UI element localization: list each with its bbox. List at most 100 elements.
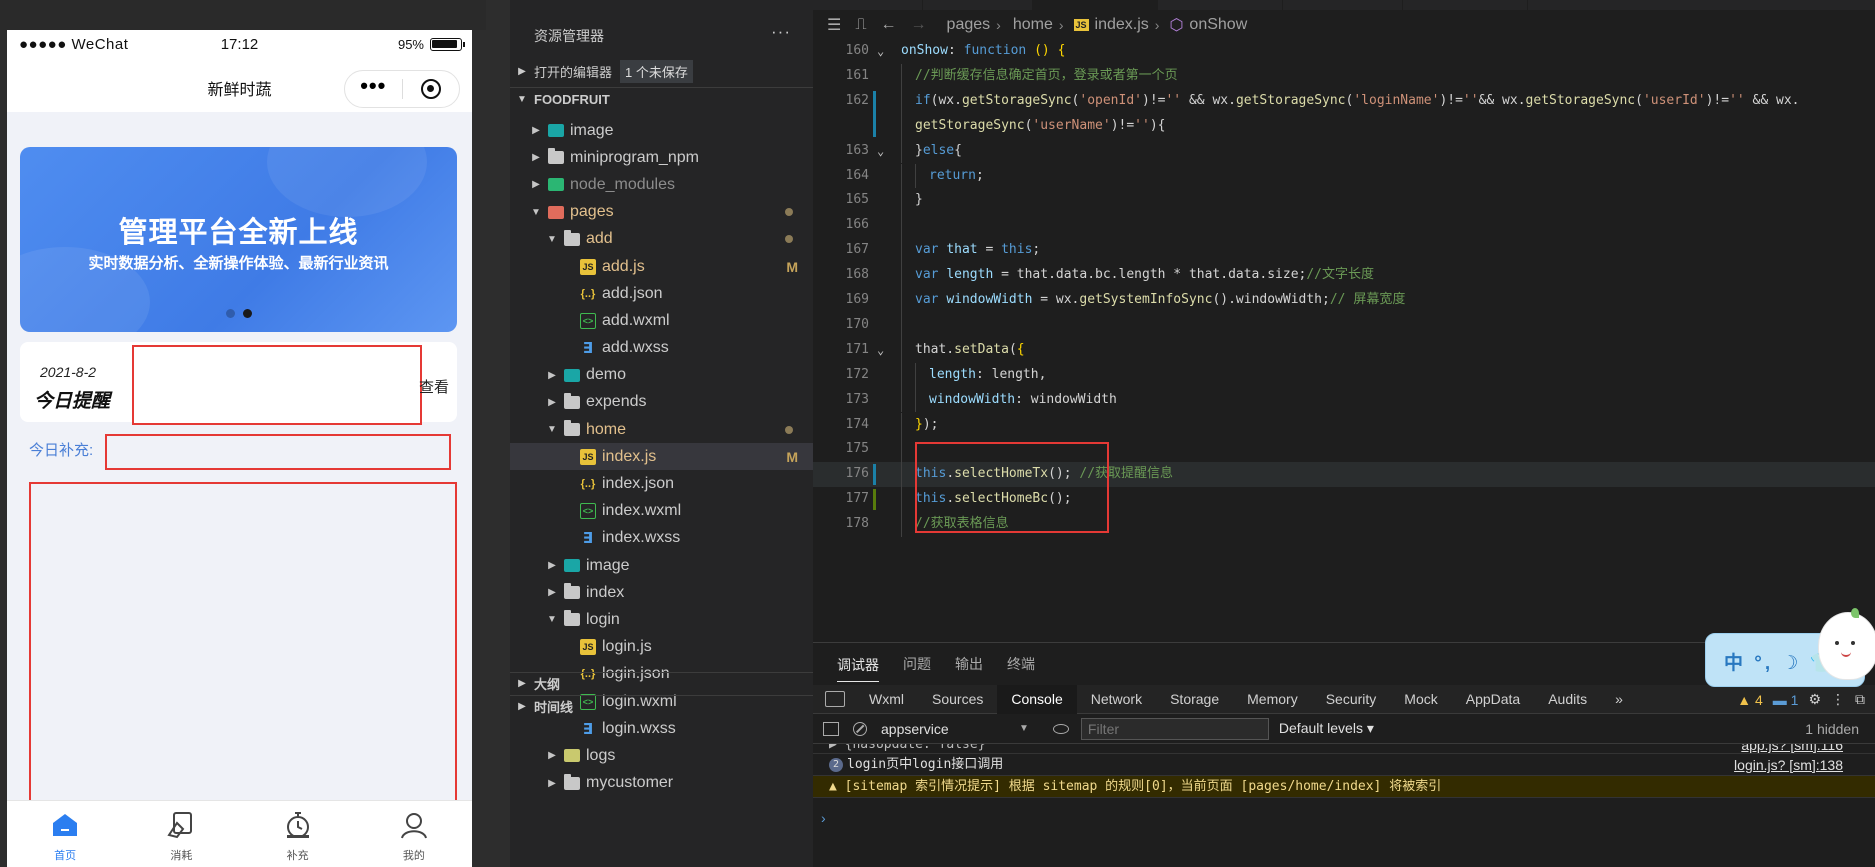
console-message[interactable]: ▲ [sitemap 索引情况提示] 根据 sitemap 的规则[0]，当前页…: [813, 776, 1875, 798]
swiper-dot-active[interactable]: [242, 309, 252, 318]
tree-item[interactable]: <> add.wxml: [510, 307, 813, 334]
code-line[interactable]: getStorageSync('userName')!=''){: [813, 113, 1875, 139]
bookmark-icon[interactable]: ⎍: [855, 16, 866, 34]
source-link[interactable]: login.js? [sm]:138: [1734, 754, 1843, 776]
tree-item[interactable]: {..} add.json: [510, 280, 813, 307]
tree-item[interactable]: ▶ index: [510, 579, 813, 606]
forward-icon[interactable]: →: [911, 16, 927, 34]
code-line[interactable]: 173 windowWidth: windowWidth: [813, 387, 1875, 413]
inspect-icon[interactable]: [825, 691, 845, 707]
code-line[interactable]: 163 ⌄}else{: [813, 138, 1875, 164]
tab-mine[interactable]: 我的: [356, 801, 472, 867]
console-prompt[interactable]: ›: [821, 810, 826, 826]
project-root[interactable]: ▼ FOODFRUIT: [510, 87, 813, 109]
open-editors-section[interactable]: ▶ 打开的编辑器 1 个未保存: [510, 59, 813, 83]
source-link[interactable]: app.js? [sm]:116: [1741, 744, 1843, 752]
context-select[interactable]: appservice: [881, 721, 1031, 737]
more-actions-icon[interactable]: ···: [771, 22, 791, 42]
tree-item[interactable]: ▶ expends: [510, 389, 813, 416]
tab-output[interactable]: 输出: [955, 654, 983, 674]
editor-tab[interactable]: [923, 0, 1033, 10]
settings-icon[interactable]: ⚙: [1808, 691, 1821, 708]
timeline-section[interactable]: ▶ 时间线: [510, 695, 813, 717]
eye-icon[interactable]: [1052, 723, 1069, 734]
devtools-tab-mock[interactable]: Mock: [1390, 685, 1451, 714]
clear-console-icon[interactable]: [853, 721, 867, 736]
tree-item[interactable]: <> index.wxml: [510, 498, 813, 525]
dock-icon[interactable]: ⧉: [1855, 691, 1865, 708]
tree-item[interactable]: ▼ pages: [510, 199, 813, 226]
more-icon[interactable]: •••: [345, 75, 402, 97]
tab-problems[interactable]: 问题: [903, 654, 931, 674]
tree-item[interactable]: ∃ add.wxss: [510, 335, 813, 362]
code-area[interactable]: 160 ⌄ onShow: function () {161 //判断缓存信息确定首页…: [813, 39, 1875, 642]
code-line[interactable]: 171 ⌄ that.setData({: [813, 337, 1875, 363]
devtools-tab-sources[interactable]: Sources: [918, 685, 997, 714]
devtools-tab-memory[interactable]: Memory: [1233, 685, 1312, 714]
outline-section[interactable]: ▶ 大纲: [510, 672, 813, 694]
tree-item[interactable]: ▶ mycustomer: [510, 770, 813, 797]
tree-item[interactable]: ∃ login.wxss: [510, 715, 813, 742]
filter-input[interactable]: [1080, 717, 1269, 740]
breadcrumb-item[interactable]: index.js: [1095, 16, 1149, 34]
code-line[interactable]: 170: [813, 312, 1875, 338]
breadcrumb-item[interactable]: pages: [947, 16, 991, 34]
editor-tab[interactable]: [1283, 0, 1403, 10]
tree-item[interactable]: ▼ home: [510, 416, 813, 443]
view-button[interactable]: 查看: [419, 376, 449, 397]
tab-debugger[interactable]: 调试器: [837, 655, 879, 682]
tree-item[interactable]: ▶ image: [510, 552, 813, 579]
kebab-icon[interactable]: ⋮: [1831, 691, 1845, 708]
devtools-tab-audits[interactable]: Audits: [1534, 685, 1601, 714]
code-line[interactable]: 169 var windowWidth = wx.getSystemInfoSyn…: [813, 288, 1875, 313]
devtools-tab-security[interactable]: Security: [1312, 685, 1391, 714]
tree-item[interactable]: ▶ image: [510, 117, 813, 144]
editor-tab-active[interactable]: [1033, 0, 1158, 10]
devtools-tab-network[interactable]: Network: [1077, 685, 1156, 714]
list-icon[interactable]: ☰: [827, 15, 841, 35]
tab-consume[interactable]: 消耗: [123, 801, 239, 867]
devtools-tab-console[interactable]: Console: [997, 684, 1077, 714]
tree-item[interactable]: ▶ miniprogram_npm: [510, 144, 813, 171]
devtools-tab-wxml[interactable]: Wxml: [855, 685, 918, 714]
code-line[interactable]: 162 if(wx.getStorageSync('openId')!='' &&…: [813, 88, 1875, 114]
back-icon[interactable]: ←: [881, 16, 897, 34]
fold-chevron-icon[interactable]: ⌄: [877, 338, 884, 363]
fold-chevron-icon[interactable]: ⌄: [877, 39, 884, 64]
breadcrumb-item[interactable]: home: [1013, 16, 1053, 34]
tab-home[interactable]: 首页: [7, 801, 123, 867]
tree-item[interactable]: ∃ index.wxss: [510, 525, 813, 552]
tree-item[interactable]: JS index.js M: [510, 443, 813, 471]
tree-item[interactable]: JS login.js: [510, 634, 813, 661]
message-count[interactable]: ▬ 1: [1773, 692, 1799, 708]
code-line[interactable]: 165}: [813, 188, 1875, 214]
code-line[interactable]: 167 var that = this;: [813, 238, 1875, 264]
tree-item[interactable]: JS add.js M: [510, 253, 813, 280]
code-line[interactable]: 161 //判断缓存信息确定首页，登录或者第一个页: [813, 63, 1875, 89]
code-line[interactable]: 168 var length = that.data.bc.length * th…: [813, 263, 1875, 288]
banner-swiper[interactable]: 管理平台全新上线 实时数据分析、全新操作体验、最新行业资讯: [20, 147, 457, 332]
fold-chevron-icon[interactable]: ⌄: [877, 139, 884, 164]
close-miniprogram-button[interactable]: [402, 79, 459, 99]
sidebar-toggle-icon[interactable]: [823, 721, 839, 736]
tree-item[interactable]: ▼ add: [510, 226, 813, 253]
breadcrumb-item[interactable]: onShow: [1189, 16, 1247, 34]
tab-terminal[interactable]: 终端: [1007, 654, 1035, 674]
editor-tab[interactable]: [1403, 0, 1528, 10]
code-line[interactable]: 172 length: length,: [813, 362, 1875, 388]
tree-item[interactable]: ▼ login: [510, 606, 813, 633]
console-message[interactable]: ▶ {hasUpdate: false} app.js? [sm]:116: [813, 744, 1875, 754]
console-message[interactable]: 2 login页中login接口调用 login.js? [sm]:138: [813, 754, 1875, 776]
warning-count[interactable]: ▲ 4: [1737, 692, 1763, 708]
code-line[interactable]: 166: [813, 213, 1875, 239]
code-line[interactable]: 164 return;: [813, 163, 1875, 189]
tab-replenish[interactable]: 补充: [240, 801, 356, 867]
tree-item[interactable]: {..} index.json: [510, 470, 813, 497]
log-levels-select[interactable]: Default levels ▾: [1279, 720, 1374, 737]
swiper-dot[interactable]: [225, 309, 235, 318]
more-tabs-icon[interactable]: »: [1601, 685, 1637, 714]
devtools-tab-appdata[interactable]: AppData: [1452, 685, 1534, 714]
editor-tab[interactable]: [813, 0, 923, 10]
tree-item[interactable]: ▶ logs: [510, 742, 813, 769]
editor-tab[interactable]: [1158, 0, 1283, 10]
